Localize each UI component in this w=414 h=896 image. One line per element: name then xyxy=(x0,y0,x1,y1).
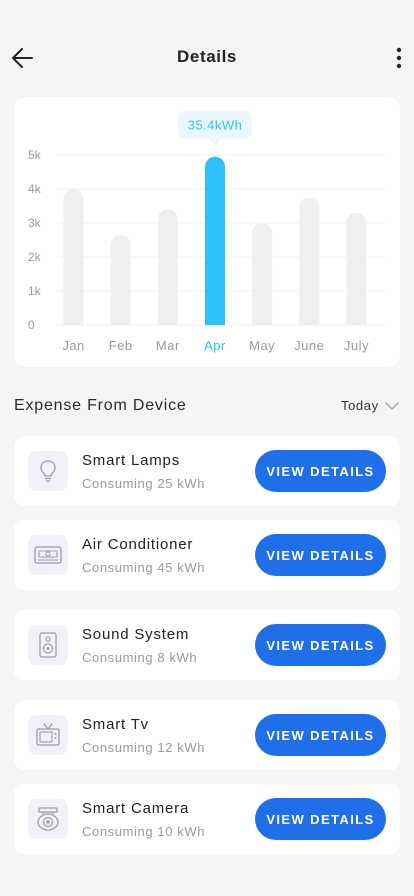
device-icon-box xyxy=(28,535,68,575)
speaker-icon xyxy=(39,632,57,658)
y-tick-label: 1k xyxy=(28,284,42,298)
bar-mar xyxy=(157,209,178,325)
bar-base xyxy=(157,315,178,325)
tv-icon xyxy=(36,723,60,746)
device-consumption: Consuming 10 kWh xyxy=(82,824,206,839)
device-icon-box xyxy=(28,625,68,665)
section-title: Expense From Device xyxy=(14,397,187,414)
y-tick-label: 5k xyxy=(28,148,42,162)
chevron-down-icon xyxy=(384,401,399,410)
device-card-smart-camera: Smart Camera Consuming 10 kWh VIEW DETAI… xyxy=(14,784,400,854)
bar-apr xyxy=(205,156,225,325)
bar-feb xyxy=(110,234,131,325)
more-vertical-icon xyxy=(396,47,402,69)
device-consumption: Consuming 8 kWh xyxy=(82,650,198,665)
bar-base xyxy=(346,315,367,325)
view-details-button[interactable]: VIEW DETAILS xyxy=(255,624,386,666)
bar-may xyxy=(252,223,273,325)
device-name: Air Conditioner xyxy=(82,536,194,553)
x-tick-label: Apr xyxy=(204,338,226,353)
device-icon-box xyxy=(28,799,68,839)
device-card-sound-system: Sound System Consuming 8 kWh VIEW DETAIL… xyxy=(14,610,400,680)
x-tick-label: June xyxy=(294,338,324,353)
energy-chart-card: 0 1k 2k 3k 4k 5k Jan Feb Mar Apr 35.4kWh May June Jul… xyxy=(14,97,400,367)
x-tick-label: July xyxy=(344,338,369,353)
x-tick-label: Jan xyxy=(62,338,84,353)
device-icon-box xyxy=(28,451,68,491)
device-consumption: Consuming 25 kWh xyxy=(82,476,206,491)
period-label: Today xyxy=(341,398,379,413)
device-name: Sound System xyxy=(82,626,190,643)
view-details-button[interactable]: VIEW DETAILS xyxy=(255,450,386,492)
x-tick-label: May xyxy=(249,338,275,353)
x-tick-label: Mar xyxy=(156,338,180,353)
energy-bar-chart: 0 1k 2k 3k 4k 5k Jan Feb Mar Apr 35.4kWh May June Jul… xyxy=(28,110,386,353)
page-title: Details xyxy=(177,47,237,66)
bar-july xyxy=(346,212,367,325)
bar-base xyxy=(299,315,320,325)
view-details-button[interactable]: VIEW DETAILS xyxy=(255,714,386,756)
device-consumption: Consuming 45 kWh xyxy=(82,560,206,575)
camera-icon xyxy=(37,807,59,831)
air-conditioner-icon xyxy=(34,546,62,564)
tooltip-value-label: 35.4kWh xyxy=(188,118,243,133)
bar-base xyxy=(110,315,131,325)
bar-base xyxy=(252,315,273,325)
view-details-button[interactable]: VIEW DETAILS xyxy=(255,534,386,576)
y-tick-label: 4k xyxy=(28,182,42,196)
y-tick-label: 2k xyxy=(28,250,42,264)
header: Details xyxy=(0,0,414,96)
device-name: Smart Tv xyxy=(82,716,149,733)
bar-june xyxy=(299,197,320,325)
bar-base xyxy=(63,315,84,325)
device-card-smart-tv: Smart Tv Consuming 12 kWh VIEW DETAILS xyxy=(14,700,400,770)
bar-jan xyxy=(63,189,84,325)
bar-base xyxy=(205,315,225,325)
x-tick-label: Feb xyxy=(109,338,133,353)
device-name: Smart Lamps xyxy=(82,452,180,469)
period-select[interactable]: Today xyxy=(341,398,399,413)
lightbulb-icon xyxy=(40,460,56,482)
view-details-button[interactable]: VIEW DETAILS xyxy=(255,798,386,840)
device-icon-box xyxy=(28,715,68,755)
device-name: Smart Camera xyxy=(82,800,190,817)
device-consumption: Consuming 12 kWh xyxy=(82,740,206,755)
y-tick-label: 0 xyxy=(28,318,35,332)
device-card-smart-lamps: Smart Lamps Consuming 25 kWh VIEW DETAIL… xyxy=(14,436,400,506)
device-card-air-conditioner: Air Conditioner Consuming 45 kWh VIEW DE… xyxy=(14,520,400,590)
more-options-button[interactable] xyxy=(390,44,408,72)
tooltip-pointer xyxy=(209,138,221,146)
y-tick-label: 3k xyxy=(28,216,42,230)
